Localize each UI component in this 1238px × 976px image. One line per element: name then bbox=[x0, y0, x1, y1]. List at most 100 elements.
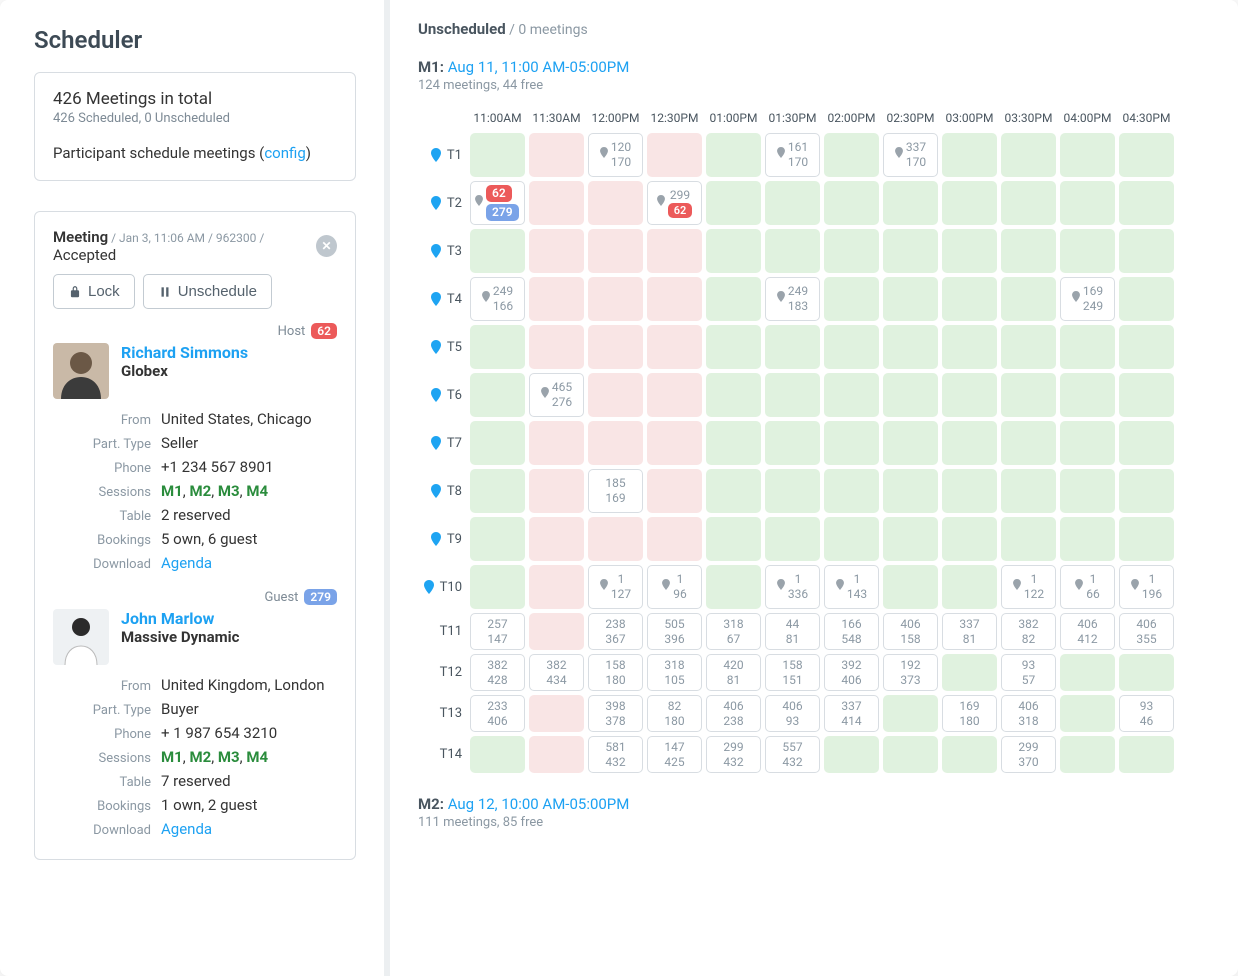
schedule-cell[interactable] bbox=[942, 277, 997, 321]
schedule-cell[interactable]: 257147 bbox=[470, 613, 525, 650]
schedule-cell[interactable] bbox=[529, 517, 584, 561]
schedule-cell[interactable]: 465276 bbox=[529, 373, 584, 417]
schedule-cell[interactable] bbox=[647, 133, 702, 177]
lock-button[interactable]: Lock bbox=[53, 274, 135, 309]
schedule-cell[interactable]: 29962 bbox=[647, 181, 702, 225]
schedule-cell[interactable]: 1122 bbox=[1001, 565, 1056, 609]
schedule-cell[interactable] bbox=[824, 277, 879, 321]
schedule-cell[interactable] bbox=[1119, 229, 1174, 273]
schedule-cell[interactable] bbox=[470, 325, 525, 369]
schedule-cell[interactable] bbox=[470, 565, 525, 609]
schedule-cell[interactable] bbox=[883, 229, 938, 273]
schedule-cell[interactable]: 33781 bbox=[942, 613, 997, 650]
schedule-cell[interactable]: 406238 bbox=[706, 695, 761, 732]
schedule-cell[interactable] bbox=[883, 325, 938, 369]
schedule-cell[interactable] bbox=[647, 469, 702, 513]
schedule-cell[interactable]: 192373 bbox=[883, 654, 938, 691]
schedule-cell[interactable] bbox=[529, 133, 584, 177]
schedule-cell[interactable]: 406318 bbox=[1001, 695, 1056, 732]
schedule-cell[interactable]: 82180 bbox=[647, 695, 702, 732]
schedule-cell[interactable] bbox=[883, 469, 938, 513]
schedule-cell[interactable] bbox=[706, 181, 761, 225]
schedule-cell[interactable] bbox=[824, 181, 879, 225]
schedule-cell[interactable] bbox=[883, 565, 938, 609]
schedule-cell[interactable] bbox=[883, 181, 938, 225]
config-link[interactable]: config bbox=[264, 144, 305, 162]
schedule-cell[interactable] bbox=[470, 373, 525, 417]
schedule-cell[interactable]: 120170 bbox=[588, 133, 643, 177]
schedule-cell[interactable] bbox=[470, 133, 525, 177]
schedule-cell[interactable] bbox=[588, 517, 643, 561]
schedule-cell[interactable]: 31867 bbox=[706, 613, 761, 650]
schedule-cell[interactable] bbox=[824, 133, 879, 177]
schedule-cell[interactable]: 62279 bbox=[470, 181, 525, 225]
host-agenda-link[interactable]: Agenda bbox=[161, 554, 212, 572]
schedule-cell[interactable] bbox=[1001, 229, 1056, 273]
schedule-cell[interactable] bbox=[1060, 517, 1115, 561]
schedule-cell[interactable]: 581432 bbox=[588, 736, 643, 773]
schedule-cell[interactable] bbox=[706, 565, 761, 609]
schedule-cell[interactable]: 382434 bbox=[529, 654, 584, 691]
schedule-cell[interactable] bbox=[1119, 517, 1174, 561]
schedule-cell[interactable] bbox=[942, 517, 997, 561]
schedule-cell[interactable] bbox=[1060, 654, 1115, 691]
schedule-cell[interactable] bbox=[588, 181, 643, 225]
schedule-cell[interactable] bbox=[824, 421, 879, 465]
schedule-cell[interactable] bbox=[942, 654, 997, 691]
schedule-cell[interactable]: 166 bbox=[1060, 565, 1115, 609]
schedule-cell[interactable] bbox=[942, 325, 997, 369]
schedule-cell[interactable] bbox=[1001, 277, 1056, 321]
schedule-cell[interactable] bbox=[647, 229, 702, 273]
schedule-cell[interactable] bbox=[647, 421, 702, 465]
schedule-cell[interactable] bbox=[647, 373, 702, 417]
schedule-cell[interactable]: 161170 bbox=[765, 133, 820, 177]
schedule-cell[interactable]: 299370 bbox=[1001, 736, 1056, 773]
guest-name-link[interactable]: John Marlow bbox=[121, 609, 239, 628]
schedule-cell[interactable] bbox=[647, 277, 702, 321]
host-name-link[interactable]: Richard Simmons bbox=[121, 343, 248, 362]
schedule-cell[interactable] bbox=[1001, 469, 1056, 513]
schedule-cell[interactable] bbox=[1001, 517, 1056, 561]
schedule-cell[interactable]: 9357 bbox=[1001, 654, 1056, 691]
schedule-cell[interactable] bbox=[1060, 695, 1115, 732]
schedule-cell[interactable]: 318105 bbox=[647, 654, 702, 691]
schedule-cell[interactable] bbox=[942, 373, 997, 417]
schedule-cell[interactable]: 557432 bbox=[765, 736, 820, 773]
schedule-cell[interactable] bbox=[1060, 373, 1115, 417]
schedule-cell[interactable]: 337170 bbox=[883, 133, 938, 177]
schedule-cell[interactable]: 398378 bbox=[588, 695, 643, 732]
schedule-cell[interactable]: 406158 bbox=[883, 613, 938, 650]
schedule-cell[interactable]: 185169 bbox=[588, 469, 643, 513]
schedule-cell[interactable] bbox=[765, 469, 820, 513]
schedule-cell[interactable] bbox=[588, 229, 643, 273]
schedule-cell[interactable] bbox=[588, 421, 643, 465]
unschedule-button[interactable]: Unschedule bbox=[143, 274, 272, 309]
schedule-cell[interactable]: 233406 bbox=[470, 695, 525, 732]
session-range-link[interactable]: Aug 12, 10:00 AM-05:00PM bbox=[448, 795, 630, 813]
schedule-cell[interactable] bbox=[1060, 469, 1115, 513]
schedule-cell[interactable] bbox=[883, 736, 938, 773]
schedule-cell[interactable] bbox=[1060, 181, 1115, 225]
schedule-cell[interactable]: 337414 bbox=[824, 695, 879, 732]
schedule-cell[interactable] bbox=[1060, 133, 1115, 177]
schedule-cell[interactable] bbox=[470, 517, 525, 561]
schedule-cell[interactable] bbox=[765, 373, 820, 417]
schedule-cell[interactable]: 249166 bbox=[470, 277, 525, 321]
schedule-cell[interactable]: 38282 bbox=[1001, 613, 1056, 650]
schedule-cell[interactable]: 147425 bbox=[647, 736, 702, 773]
schedule-cell[interactable] bbox=[588, 325, 643, 369]
schedule-cell[interactable] bbox=[529, 565, 584, 609]
schedule-cell[interactable] bbox=[529, 229, 584, 273]
schedule-cell[interactable] bbox=[529, 325, 584, 369]
schedule-cell[interactable] bbox=[470, 229, 525, 273]
schedule-cell[interactable] bbox=[942, 229, 997, 273]
schedule-cell[interactable] bbox=[1119, 277, 1174, 321]
schedule-cell[interactable] bbox=[529, 277, 584, 321]
schedule-cell[interactable] bbox=[1060, 325, 1115, 369]
schedule-cell[interactable] bbox=[883, 373, 938, 417]
schedule-cell[interactable] bbox=[706, 421, 761, 465]
schedule-cell[interactable] bbox=[1060, 229, 1115, 273]
schedule-cell[interactable] bbox=[529, 695, 584, 732]
schedule-cell[interactable] bbox=[765, 517, 820, 561]
schedule-cell[interactable]: 9346 bbox=[1119, 695, 1174, 732]
